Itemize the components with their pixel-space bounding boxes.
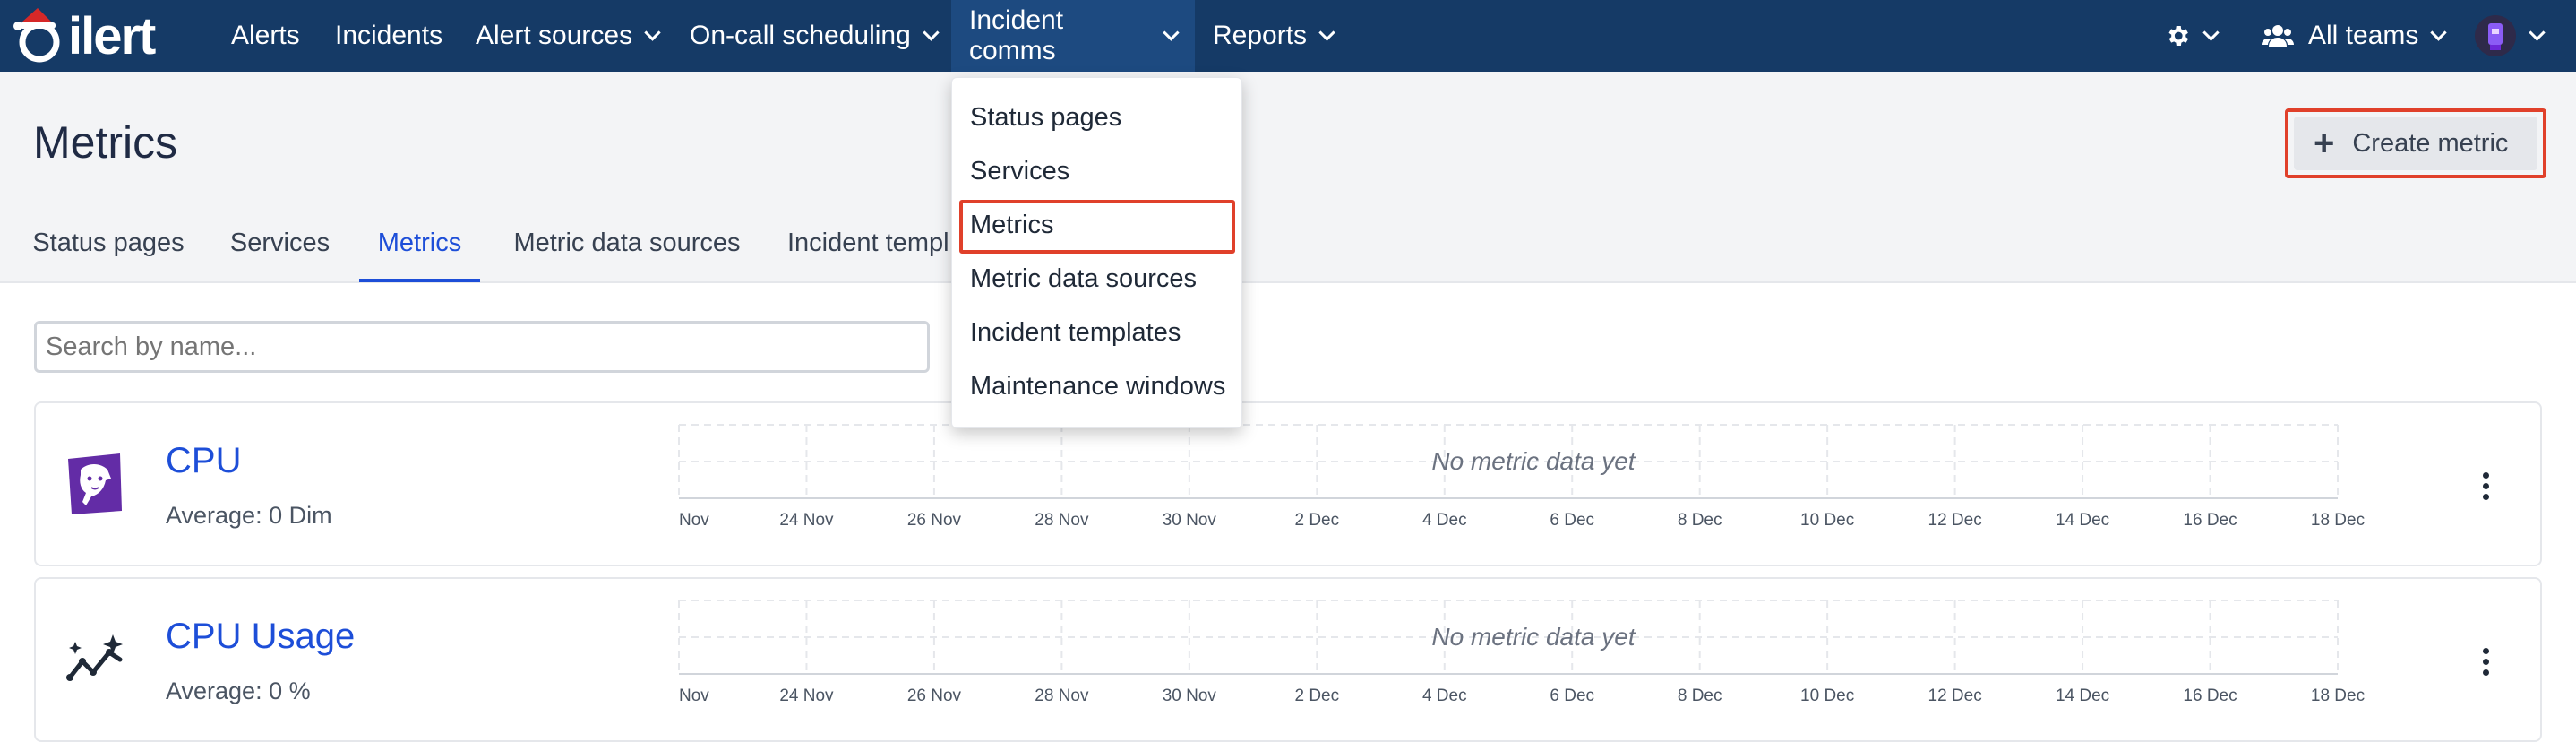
metric-chart: Nov 24 Nov 26 Nov 28 Nov 30 Nov 2 Dec 4 Dec 6 D… — [678, 424, 2365, 530]
tab-metric-data-sources-label: Metric data sources — [513, 229, 741, 257]
x-tick-label: 8 Dec — [1678, 511, 1722, 530]
no-data-text: No metric data yet — [1431, 447, 1636, 475]
nav-alert-sources[interactable]: Alert sources — [458, 0, 676, 72]
no-data-text: No metric data yet — [1431, 623, 1636, 651]
tab-status-pages[interactable]: Status pages — [31, 229, 185, 282]
metric-name[interactable]: CPU — [166, 441, 241, 481]
settings-menu[interactable] — [2164, 0, 2220, 72]
menu-item-metric-data-sources[interactable]: Metric data sources — [970, 264, 1197, 294]
x-tick-label: 16 Dec — [2183, 511, 2237, 530]
nav-incidents-label: Incidents — [335, 21, 443, 50]
x-tick-label: 10 Dec — [1800, 686, 1854, 705]
nav-reports[interactable]: Reports — [1195, 0, 1351, 72]
x-tick-label: 26 Nov — [907, 511, 962, 530]
metric-average: Average: 0 Dim — [166, 502, 332, 529]
metric-chart: Nov 24 Nov 26 Nov 28 Nov 30 Nov 2 Dec 4 Dec 6 D… — [678, 600, 2365, 705]
tab-metrics-label: Metrics — [377, 229, 462, 257]
nav-on-call-label: On-call scheduling — [690, 21, 911, 50]
sparkle-chart-icon — [66, 634, 123, 681]
x-tick-label: 14 Dec — [2056, 511, 2109, 530]
x-tick-label: 4 Dec — [1422, 686, 1467, 705]
x-tick-label: 16 Dec — [2183, 686, 2237, 705]
avatar — [2475, 15, 2516, 56]
metric-card: CPU Usage Average: 0 % Nov 24 Nov 26 Nov 28… — [34, 577, 2542, 742]
x-tick-label: 12 Dec — [1928, 686, 1982, 705]
tab-services-label: Services — [229, 229, 331, 257]
menu-item-incident-templates[interactable]: Incident templates — [970, 318, 1181, 348]
ilert-logo[interactable]: ilert — [11, 2, 195, 70]
menu-item-maintenance-windows[interactable]: Maintenance windows — [970, 372, 1225, 401]
x-tick-label: 6 Dec — [1550, 511, 1594, 530]
chevron-down-icon — [1163, 23, 1180, 41]
plus-icon: + — [2314, 124, 2335, 163]
nav-on-call-scheduling[interactable]: On-call scheduling — [672, 0, 955, 72]
menu-item-services[interactable]: Services — [970, 157, 1069, 186]
nav-alert-sources-label: Alert sources — [476, 21, 633, 50]
user-menu[interactable] — [2474, 0, 2546, 72]
x-tick-label: 24 Nov — [779, 511, 834, 530]
gear-icon — [2168, 26, 2189, 46]
tab-metrics[interactable]: Metrics — [359, 229, 480, 282]
x-tick-label: 28 Nov — [1035, 511, 1089, 530]
x-tick-label: 26 Nov — [907, 686, 962, 705]
teams-menu[interactable]: All teams — [2262, 0, 2448, 72]
nav-incident-comms[interactable]: Incident comms — [951, 0, 1195, 72]
tab-incident-templates[interactable]: Incident templ — [787, 229, 957, 282]
x-tick-label: 18 Dec — [2311, 686, 2365, 705]
x-tick-label: 10 Dec — [1800, 511, 1854, 530]
tab-incident-templates-label: Incident templ — [787, 229, 949, 257]
metric-card: CPU Average: 0 Dim Nov 24 Nov 26 Nov 28 Nov… — [34, 401, 2542, 566]
x-tick-label: 4 Dec — [1422, 511, 1467, 530]
page-title: Metrics — [33, 117, 178, 168]
incident-comms-dropdown: Status pages Services Metrics Metric dat… — [951, 77, 1242, 428]
x-tick-label: 8 Dec — [1678, 686, 1722, 705]
nav-alerts[interactable]: Alerts — [213, 0, 318, 72]
x-tick-label: 28 Nov — [1035, 686, 1089, 705]
nav-incidents[interactable]: Incidents — [317, 0, 460, 72]
metric-name[interactable]: CPU Usage — [166, 617, 355, 657]
x-tick-label: 6 Dec — [1550, 686, 1594, 705]
nav-reports-label: Reports — [1213, 21, 1308, 50]
more-options-icon[interactable] — [2472, 459, 2499, 513]
x-tick-label: 12 Dec — [1928, 511, 1982, 530]
nav-incident-comms-label: Incident comms — [969, 5, 1064, 65]
x-tick-label: 14 Dec — [2056, 686, 2109, 705]
menu-item-metrics[interactable]: Metrics — [970, 211, 1053, 240]
teams-label: All teams — [2308, 21, 2419, 50]
logo-text: ilert — [68, 6, 156, 65]
x-tick-label: 30 Nov — [1163, 511, 1217, 530]
x-tick-label: Nov — [679, 686, 709, 705]
tab-metric-data-sources[interactable]: Metric data sources — [511, 229, 743, 282]
chevron-down-icon — [2529, 23, 2546, 41]
chevron-down-icon — [2430, 23, 2448, 41]
top-nav: ilert Alerts Incidents Alert sources On-… — [0, 0, 2576, 72]
create-metric-button[interactable]: + Create metric — [2294, 117, 2537, 170]
santa-hat-logo-icon — [13, 8, 60, 63]
chevron-down-icon — [1318, 23, 1335, 41]
x-tick-label: 2 Dec — [1294, 511, 1339, 530]
x-tick-label: 2 Dec — [1294, 686, 1339, 705]
search-input[interactable] — [34, 321, 930, 373]
create-metric-label: Create metric — [2352, 128, 2509, 158]
x-tick-label: 24 Nov — [779, 686, 834, 705]
datadog-icon — [68, 453, 122, 514]
chevron-down-icon — [923, 23, 940, 41]
nav-alerts-label: Alerts — [231, 21, 300, 50]
tab-services[interactable]: Services — [228, 229, 331, 282]
chevron-down-icon — [2202, 23, 2220, 41]
x-tick-label: 18 Dec — [2311, 511, 2365, 530]
menu-item-status-pages[interactable]: Status pages — [970, 103, 1121, 133]
chevron-down-icon — [644, 23, 661, 41]
users-icon — [2262, 25, 2294, 47]
more-options-icon[interactable] — [2472, 634, 2499, 688]
x-tick-label: Nov — [679, 511, 709, 530]
x-tick-label: 30 Nov — [1163, 686, 1217, 705]
tab-status-pages-label: Status pages — [32, 229, 185, 257]
metric-average: Average: 0 % — [166, 678, 311, 704]
